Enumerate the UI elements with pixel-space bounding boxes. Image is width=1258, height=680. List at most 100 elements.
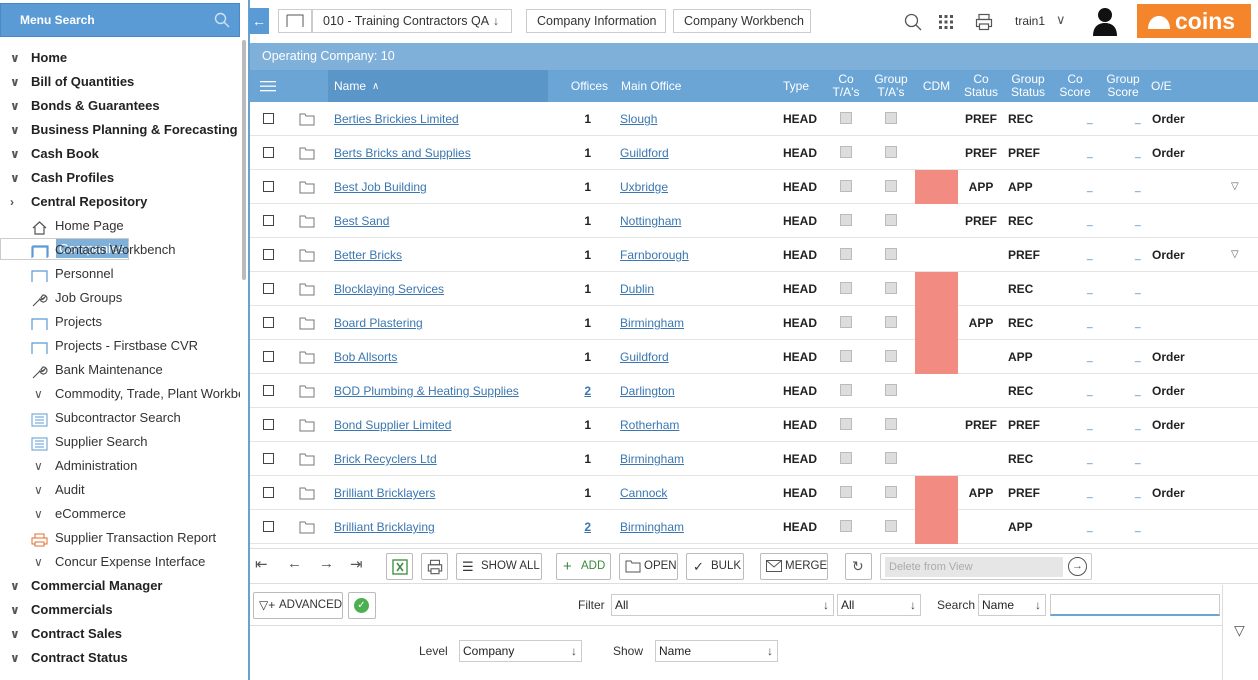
co-score[interactable]: _ xyxy=(1087,318,1093,329)
group-score[interactable]: _ xyxy=(1135,488,1141,499)
filter-icon[interactable]: ▽ xyxy=(1231,238,1239,272)
group-tas-checkbox[interactable] xyxy=(885,282,897,294)
company-name-link[interactable]: Best Job Building xyxy=(334,180,427,194)
folder-icon[interactable] xyxy=(299,453,315,466)
group-tas-checkbox[interactable] xyxy=(885,350,897,362)
main-office-link[interactable]: Uxbridge xyxy=(620,180,668,194)
group-tas-checkbox[interactable] xyxy=(885,452,897,464)
export-excel-button[interactable] xyxy=(386,553,413,580)
filter-icon[interactable]: ▽ xyxy=(1234,622,1245,639)
chevron-down-icon[interactable]: ∨ xyxy=(10,142,20,166)
row-checkbox[interactable] xyxy=(263,215,274,226)
sidebar-item[interactable]: ∨ Cash Book xyxy=(0,142,240,166)
group-score[interactable]: _ xyxy=(1135,114,1141,125)
chevron-down-icon[interactable]: ∨ xyxy=(34,502,43,526)
print-button[interactable] xyxy=(421,553,448,580)
row-checkbox[interactable] xyxy=(263,419,274,430)
table-row[interactable]: BOD Plumbing & Heating Supplies 2 Darlingt… xyxy=(250,374,1258,408)
folder-icon[interactable] xyxy=(299,385,315,398)
co-score[interactable]: _ xyxy=(1087,148,1093,159)
folder-icon[interactable] xyxy=(299,521,315,534)
co-score[interactable]: _ xyxy=(1087,182,1093,193)
collapse-menu-button[interactable]: ← xyxy=(249,8,269,34)
search-input[interactable] xyxy=(1050,594,1220,616)
co-score[interactable]: _ xyxy=(1087,420,1093,431)
column-group-score[interactable]: Group Score xyxy=(1101,70,1145,102)
column-oe[interactable]: O/E xyxy=(1151,70,1191,102)
group-tas-checkbox[interactable] xyxy=(885,418,897,430)
folder-icon[interactable] xyxy=(299,419,315,432)
co-tas-checkbox[interactable] xyxy=(840,214,852,226)
group-score[interactable]: _ xyxy=(1135,522,1141,533)
co-tas-checkbox[interactable] xyxy=(840,180,852,192)
table-row[interactable]: Berties Brickies Limited 1 Slough HEAD PREF R… xyxy=(250,102,1258,136)
refresh-button[interactable]: ↻ xyxy=(845,553,872,580)
folder-icon[interactable] xyxy=(299,317,315,330)
chevron-down-icon[interactable]: ∨ xyxy=(10,46,20,70)
company-name-link[interactable]: Bond Supplier Limited xyxy=(334,418,451,432)
apps-grid-icon[interactable] xyxy=(937,13,955,31)
column-group-status[interactable]: Group Status xyxy=(1006,70,1050,102)
group-score[interactable]: _ xyxy=(1135,318,1141,329)
column-offices[interactable]: Offices xyxy=(563,70,608,102)
co-score[interactable]: _ xyxy=(1087,216,1093,227)
row-checkbox[interactable] xyxy=(263,521,274,532)
sidebar-item[interactable]: Home Page xyxy=(0,214,240,238)
breadcrumb-opco[interactable]: 010 - Training Contractors QA ↓ xyxy=(312,9,512,33)
filter-select-2[interactable]: All ↓ xyxy=(837,594,921,616)
table-row[interactable]: Bond Supplier Limited 1 Rotherham HEAD PREF P… xyxy=(250,408,1258,442)
row-checkbox[interactable] xyxy=(263,453,274,464)
group-tas-checkbox[interactable] xyxy=(885,112,897,124)
filter-select[interactable]: All ↓ xyxy=(611,594,834,616)
menu-search[interactable]: Menu Search xyxy=(0,3,240,37)
row-checkbox[interactable] xyxy=(263,385,274,396)
table-row[interactable]: Brilliant Bricklayers 1 Cannock HEAD APP PREF… xyxy=(250,476,1258,510)
apply-filter-button[interactable]: ✓ xyxy=(348,592,376,619)
sidebar-item[interactable]: Supplier Search xyxy=(0,430,240,454)
delete-from-view-input[interactable]: Delete from View xyxy=(885,557,1063,577)
group-score[interactable]: _ xyxy=(1135,352,1141,363)
chevron-down-icon[interactable]: ∨ xyxy=(34,382,43,406)
breadcrumb-workbench[interactable]: Company Workbench xyxy=(673,9,811,33)
chevron-down-icon[interactable]: ∨ xyxy=(10,118,20,142)
show-select[interactable]: Name ↓ xyxy=(655,640,778,662)
last-page-icon[interactable]: ⇥ xyxy=(350,555,374,579)
folder-icon[interactable] xyxy=(299,113,315,126)
column-cdm[interactable]: CDM xyxy=(915,70,958,102)
main-office-link[interactable]: Guildford xyxy=(620,350,669,364)
chevron-down-icon[interactable]: ∨ xyxy=(1056,12,1066,28)
group-tas-checkbox[interactable] xyxy=(885,180,897,192)
sidebar-item[interactable]: Contacts Workbench xyxy=(0,238,240,262)
chevron-down-icon[interactable]: ∨ xyxy=(34,550,43,574)
row-checkbox[interactable] xyxy=(263,283,274,294)
co-score[interactable]: _ xyxy=(1087,488,1093,499)
chevron-down-icon[interactable]: ∨ xyxy=(34,478,43,502)
sidebar-item[interactable]: ∨ Cash Profiles xyxy=(0,166,240,190)
row-checkbox[interactable] xyxy=(263,113,274,124)
group-score[interactable]: _ xyxy=(1135,216,1141,227)
row-checkbox[interactable] xyxy=(263,351,274,362)
open-button[interactable]: OPEN xyxy=(619,553,678,580)
sidebar-item[interactable]: ∨ Commercial Manager xyxy=(0,574,240,598)
folder-icon[interactable] xyxy=(299,249,315,262)
main-office-link[interactable]: Birmingham xyxy=(620,316,684,330)
column-menu-icon[interactable] xyxy=(250,70,286,102)
group-tas-checkbox[interactable] xyxy=(885,214,897,226)
main-office-link[interactable]: Rotherham xyxy=(620,418,679,432)
sidebar-item[interactable]: ∨ Commodity, Trade, Plant Workbench xyxy=(0,382,240,406)
sidebar-item[interactable]: ∨ Concur Expense Interface xyxy=(0,550,240,574)
add-button[interactable]: + ADD xyxy=(556,553,611,580)
company-name-link[interactable]: Brilliant Bricklaying xyxy=(334,520,435,534)
offices-link[interactable]: 2 xyxy=(584,520,591,534)
main-office-link[interactable]: Dublin xyxy=(620,282,654,296)
show-all-button[interactable]: ☰ SHOW ALL xyxy=(456,553,542,580)
merge-button[interactable]: MERGE xyxy=(760,553,828,580)
group-score[interactable]: _ xyxy=(1135,148,1141,159)
chevron-down-icon[interactable]: ∨ xyxy=(10,574,20,598)
main-office-link[interactable]: Darlington xyxy=(620,384,675,398)
main-office-link[interactable]: Slough xyxy=(620,112,657,126)
table-row[interactable]: Brick Recyclers Ltd 1 Birmingham HEAD REC _ _ xyxy=(250,442,1258,476)
group-tas-checkbox[interactable] xyxy=(885,384,897,396)
arrow-right-circle-icon[interactable]: → xyxy=(1068,557,1087,576)
chevron-down-icon[interactable]: ∨ xyxy=(10,646,20,670)
